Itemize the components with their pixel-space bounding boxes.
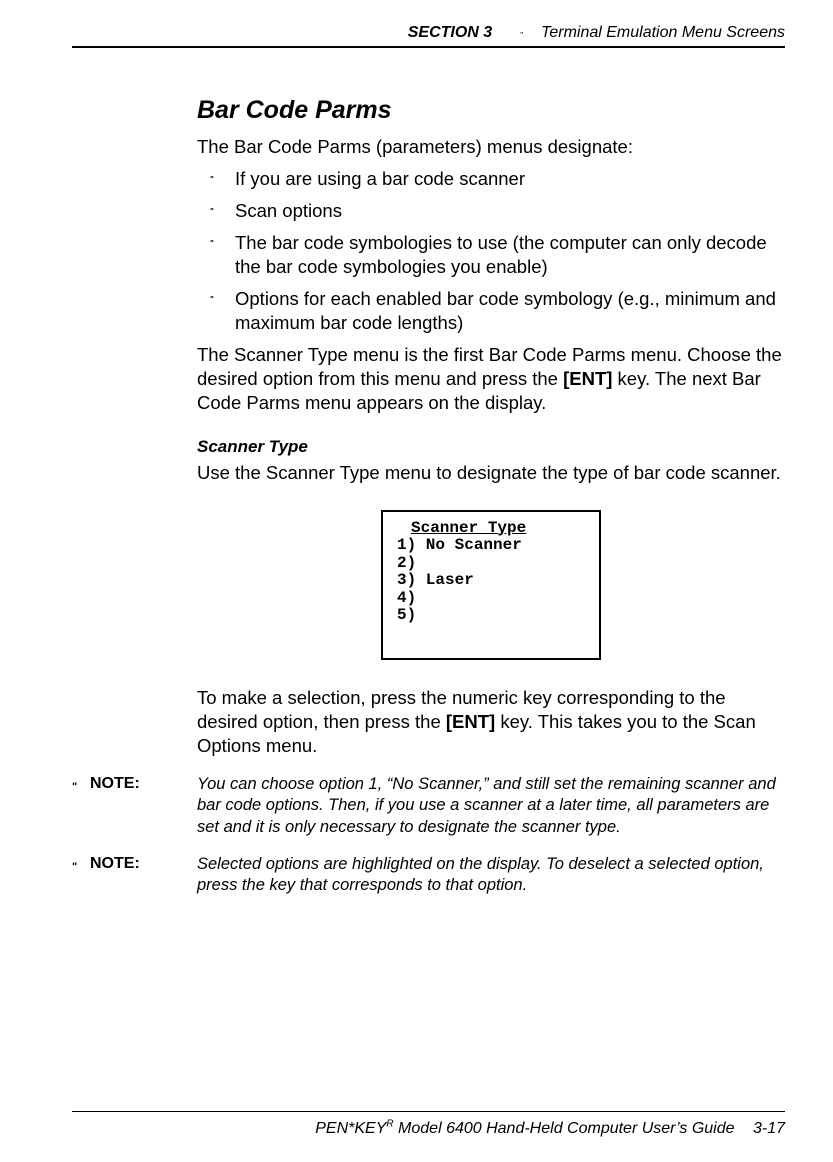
note-text: You can choose option 1, “No Scanner,” a… xyxy=(197,774,785,838)
screen-line: 2) xyxy=(397,555,585,573)
header-separator: " xyxy=(520,31,523,40)
screen-wrapper: Scanner Type 1) No Scanner 2) 3) Laser 4… xyxy=(197,510,785,660)
footer-rule xyxy=(72,1111,785,1112)
header-title: Terminal Emulation Menu Screens xyxy=(541,24,785,42)
page: SECTION 3 " Terminal Emulation Menu Scre… xyxy=(0,0,833,1162)
footer-pre: PEN*KEY xyxy=(315,1120,386,1137)
note-row: " NOTE: You can choose option 1, “No Sca… xyxy=(72,774,785,838)
screen-line: 5) xyxy=(397,607,585,625)
note-row: " NOTE: Selected options are highlighted… xyxy=(72,854,785,897)
section-heading: Bar Code Parms xyxy=(197,96,785,125)
screen-title: Scanner Type xyxy=(411,520,585,538)
note-label: NOTE: xyxy=(90,854,197,875)
footer-post: Model 6400 Hand-Held Computer User’s Gui… xyxy=(394,1120,735,1137)
screen-line: 3) Laser xyxy=(397,572,585,590)
list-item: The bar code symbologies to use (the com… xyxy=(197,231,785,279)
footer-title: PEN*KEYR Model 6400 Hand-Held Computer U… xyxy=(315,1120,739,1137)
page-footer: PEN*KEYR Model 6400 Hand-Held Computer U… xyxy=(315,1119,785,1138)
screen-line: 4) xyxy=(397,590,585,608)
page-header: SECTION 3 " Terminal Emulation Menu Scre… xyxy=(72,24,785,42)
key-label: [ENT] xyxy=(563,368,612,389)
subheading: Scanner Type xyxy=(197,437,785,457)
note-text: Selected options are highlighted on the … xyxy=(197,854,785,897)
paragraph: Use the Scanner Type menu to designate t… xyxy=(197,461,785,485)
footer-sup: R xyxy=(386,1119,393,1130)
list-item: If you are using a bar code scanner xyxy=(197,167,785,191)
header-rule xyxy=(72,46,785,48)
note-label: NOTE: xyxy=(90,774,197,795)
bullet-list: If you are using a bar code scanner Scan… xyxy=(197,167,785,335)
content-block: Bar Code Parms The Bar Code Parms (param… xyxy=(197,96,785,758)
intro-text: The Bar Code Parms (parameters) menus de… xyxy=(197,135,785,159)
note-bullet-icon: " xyxy=(72,774,90,797)
page-number: 3-17 xyxy=(753,1120,785,1137)
note-bullet-icon: " xyxy=(72,854,90,877)
key-label: [ENT] xyxy=(446,711,495,732)
list-item: Scan options xyxy=(197,199,785,223)
list-item: Options for each enabled bar code symbol… xyxy=(197,287,785,335)
terminal-screen: Scanner Type 1) No Scanner 2) 3) Laser 4… xyxy=(381,510,601,660)
header-section: SECTION 3 xyxy=(408,24,492,42)
screen-line: 1) No Scanner xyxy=(397,537,585,555)
paragraph: The Scanner Type menu is the first Bar C… xyxy=(197,343,785,415)
paragraph: To make a selection, press the numeric k… xyxy=(197,686,785,758)
